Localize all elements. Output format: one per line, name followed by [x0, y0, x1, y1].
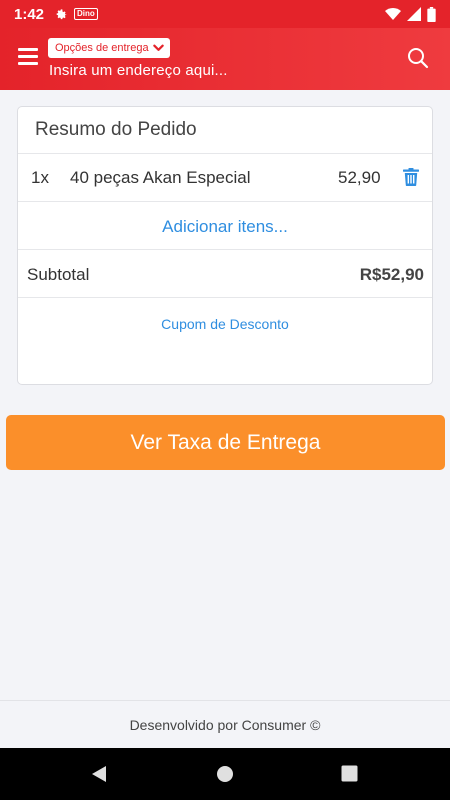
order-summary-card: Resumo do Pedido 1x 40 peças Akan Especi…	[17, 106, 433, 385]
signal-icon	[407, 7, 421, 21]
recents-icon[interactable]	[341, 765, 358, 782]
back-icon[interactable]	[90, 765, 108, 783]
battery-icon	[427, 6, 436, 22]
item-quantity: 1x	[31, 168, 49, 187]
view-delivery-fee-button[interactable]: Ver Taxa de Entrega	[6, 415, 445, 470]
settings-gear-icon	[56, 9, 67, 20]
remove-item-button[interactable]	[403, 168, 421, 188]
hamburger-icon-line	[18, 62, 38, 65]
address-input[interactable]: Insira um endereço aqui...	[49, 62, 228, 79]
add-items-link[interactable]: Adicionar itens...	[18, 203, 432, 251]
footer-credit: Desenvolvido por Consumer ©	[0, 700, 450, 748]
item-price: 52,90	[338, 168, 381, 187]
delivery-options-label: Opções de entrega	[55, 42, 149, 54]
divider	[18, 201, 432, 202]
app-header: Opções de entrega Insira um endereço aqu…	[0, 28, 450, 90]
hamburger-icon	[18, 48, 38, 51]
item-name[interactable]: 40 peças Akan Especial	[70, 168, 251, 188]
divider	[18, 297, 432, 298]
home-icon[interactable]	[216, 765, 234, 783]
divider	[18, 249, 432, 250]
app-notification-tag: Dino	[74, 8, 98, 20]
subtotal-label: Subtotal	[27, 265, 90, 284]
delivery-options-dropdown[interactable]: Opções de entrega	[48, 38, 170, 58]
system-nav-bar	[0, 748, 450, 800]
search-button[interactable]	[406, 46, 430, 70]
chevron-down-icon	[152, 44, 164, 51]
wifi-icon	[385, 8, 401, 20]
hamburger-icon-line	[18, 55, 38, 58]
status-icons-left: Dino	[54, 7, 98, 21]
trash-icon	[403, 168, 419, 186]
search-icon	[408, 48, 429, 69]
status-bar: 1:42 Dino	[0, 0, 450, 28]
status-time: 1:42	[14, 5, 45, 23]
status-icons-right	[385, 6, 436, 22]
subtotal-value: R$52,90	[359, 265, 424, 284]
discount-coupon-link[interactable]: Cupom de Desconto	[18, 299, 432, 349]
menu-button[interactable]	[18, 48, 38, 68]
order-summary-title: Resumo do Pedido	[35, 119, 197, 140]
subtotal-row: Subtotal R$52,90	[18, 251, 432, 299]
order-item-row: 1x 40 peças Akan Especial 52,90	[18, 154, 432, 202]
